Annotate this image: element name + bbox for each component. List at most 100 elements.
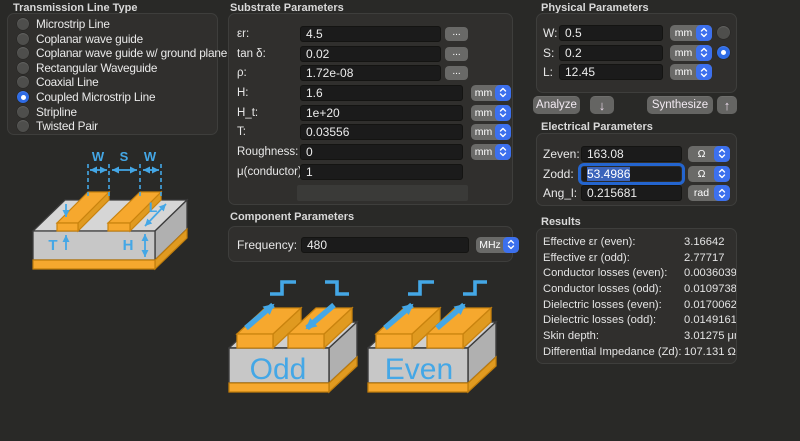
w-unit-popup[interactable]: mm — [670, 25, 712, 41]
s-unit-popup[interactable]: mm — [670, 45, 712, 61]
analyze-down-arrow-button[interactable]: ↓ — [590, 96, 614, 114]
stepper-chevrons-icon[interactable] — [696, 25, 712, 41]
param-row-l: L: 12.45 mm — [543, 62, 736, 82]
dim-label-t: T — [48, 237, 57, 254]
radio-icon[interactable] — [17, 62, 29, 74]
result-row: Effective εr (odd): 2.77717 — [543, 250, 736, 266]
angl-unit-popup[interactable]: rad — [688, 185, 730, 201]
results-title: Results — [541, 216, 581, 228]
result-row: Dielectric losses (even): 0.0170062 d — [543, 297, 736, 313]
stepper-chevrons-icon[interactable] — [714, 146, 730, 162]
result-row: Effective εr (even): 3.16642 — [543, 234, 736, 250]
zodd-unit-popup[interactable]: Ω — [688, 166, 730, 182]
substrate-parameters-group: εr: 4.5 ... tan δ: 0.02 ... ρ: 1.72e-08 … — [228, 13, 513, 205]
ht-unit-popup[interactable]: mm — [471, 105, 511, 121]
mu-input[interactable]: 1 — [300, 164, 463, 180]
option-rectangular-waveguide[interactable]: Rectangular Waveguide — [8, 61, 217, 76]
synthesize-button[interactable]: Synthesize — [647, 96, 713, 114]
radio-icon[interactable] — [17, 47, 29, 59]
param-row-frequency: Frequency: 480 MHz — [237, 236, 512, 253]
even-mode-label: Even — [385, 353, 453, 386]
radio-selected-icon[interactable] — [17, 91, 29, 103]
even-mode-diagram: Even — [367, 268, 503, 408]
rho-more-button[interactable]: ... — [445, 66, 468, 80]
l-input[interactable]: 12.45 — [559, 64, 663, 80]
radio-icon[interactable] — [17, 106, 29, 118]
w-target-radio[interactable] — [717, 26, 730, 39]
t-input[interactable]: 0.03556 — [300, 124, 463, 140]
t-unit-popup[interactable]: mm — [471, 124, 511, 140]
w-input[interactable]: 0.5 — [559, 25, 663, 41]
h-unit-popup[interactable]: mm — [471, 85, 511, 101]
zeven-unit-popup[interactable]: Ω — [688, 146, 730, 162]
option-coplanar-wave-guide[interactable]: Coplanar wave guide — [8, 32, 217, 47]
transmission-line-type-group: Microstrip Line Coplanar wave guide Copl… — [7, 13, 218, 135]
stepper-chevrons-icon[interactable] — [696, 45, 712, 61]
result-row: Dielectric losses (odd): 0.0149161 d — [543, 312, 736, 328]
param-row-w: W: 0.5 mm — [543, 23, 736, 43]
dim-label-s: S — [120, 149, 129, 164]
down-arrow-icon: ↓ — [599, 98, 606, 113]
stepper-chevrons-icon[interactable] — [495, 85, 511, 101]
radio-icon[interactable] — [17, 76, 29, 88]
param-row-angl: Ang_l: 0.215681 rad — [543, 183, 736, 203]
option-coaxial-line[interactable]: Coaxial Line — [8, 75, 217, 90]
radio-icon[interactable] — [17, 120, 29, 132]
s-input[interactable]: 0.2 — [559, 45, 663, 61]
dim-label-h: H — [123, 237, 134, 254]
frequency-input[interactable]: 480 — [301, 237, 469, 253]
frequency-unit-popup[interactable]: MHz — [476, 237, 519, 253]
stepper-chevrons-icon[interactable] — [495, 124, 511, 140]
roughness-input[interactable]: 0 — [300, 144, 463, 160]
er-more-button[interactable]: ... — [445, 27, 468, 41]
component-parameters-title: Component Parameters — [230, 211, 354, 223]
app-window: Transmission Line Type Microstrip Line C… — [0, 0, 800, 441]
selected-text: 53.4986 — [587, 167, 630, 181]
electrical-parameters-title: Electrical Parameters — [541, 121, 653, 133]
param-row-t: T: 0.03556 mm — [237, 122, 512, 142]
param-row-zodd: Zodd: 53.4986 Ω — [543, 164, 736, 184]
param-row-er: εr: 4.5 ... — [237, 24, 512, 44]
odd-mode-label: Odd — [250, 353, 307, 386]
dim-label-w-left: W — [92, 149, 105, 164]
analyze-button[interactable]: Analyze — [533, 96, 580, 114]
coupled-microstrip-cross-section-diagram: W S W T H L — [20, 148, 200, 283]
radio-icon[interactable] — [17, 33, 29, 45]
option-microstrip-line[interactable]: Microstrip Line — [8, 17, 217, 32]
param-row-h: H: 1.6 mm — [237, 83, 512, 103]
zodd-input[interactable]: 53.4986 — [581, 166, 682, 182]
stepper-chevrons-icon[interactable] — [714, 166, 730, 182]
option-twisted-pair[interactable]: Twisted Pair — [8, 119, 217, 134]
tand-more-button[interactable]: ... — [445, 47, 468, 61]
odd-mode-diagram: Odd — [228, 268, 364, 408]
param-row-zeven: Zeven: 163.08 Ω — [543, 144, 736, 164]
rho-input[interactable]: 1.72e-08 — [300, 65, 441, 81]
zeven-input[interactable]: 163.08 — [581, 146, 682, 162]
electrical-parameters-group: Zeven: 163.08 Ω Zodd: 53.4986 Ω Ang_l: 0… — [536, 133, 737, 206]
stepper-chevrons-icon[interactable] — [495, 105, 511, 121]
option-coplanar-wave-guide-ground-plane[interactable]: Coplanar wave guide w/ ground plane — [8, 46, 217, 61]
ht-input[interactable]: 1e+20 — [300, 105, 463, 121]
result-row: Differential Impedance (Zd): 107.131 Ω — [543, 344, 736, 360]
stepper-chevrons-icon[interactable] — [495, 144, 511, 160]
tand-input[interactable]: 0.02 — [300, 46, 441, 62]
l-unit-popup[interactable]: mm — [670, 64, 712, 80]
angl-input[interactable]: 0.215681 — [581, 185, 682, 201]
s-target-radio[interactable] — [717, 46, 730, 59]
synthesize-up-arrow-button[interactable]: ↑ — [717, 96, 737, 114]
stepper-chevrons-icon[interactable] — [503, 237, 519, 253]
er-input[interactable]: 4.5 — [300, 26, 441, 42]
param-row-tand: tan δ: 0.02 ... — [237, 44, 512, 64]
dim-label-w-right: W — [144, 149, 157, 164]
component-parameters-group: Frequency: 480 MHz — [228, 226, 513, 262]
option-stripline[interactable]: Stripline — [8, 104, 217, 119]
roughness-unit-popup[interactable]: mm — [471, 144, 511, 160]
stepper-chevrons-icon[interactable] — [696, 64, 712, 80]
h-input[interactable]: 1.6 — [300, 85, 463, 101]
radio-icon[interactable] — [17, 18, 29, 30]
dim-label-l: L — [149, 199, 158, 215]
option-coupled-microstrip-line[interactable]: Coupled Microstrip Line — [8, 90, 217, 105]
stepper-chevrons-icon[interactable] — [714, 185, 730, 201]
result-row: Conductor losses (even): 0.00360396 — [543, 265, 736, 281]
results-group: Effective εr (even): 3.16642 Effective ε… — [536, 228, 737, 364]
